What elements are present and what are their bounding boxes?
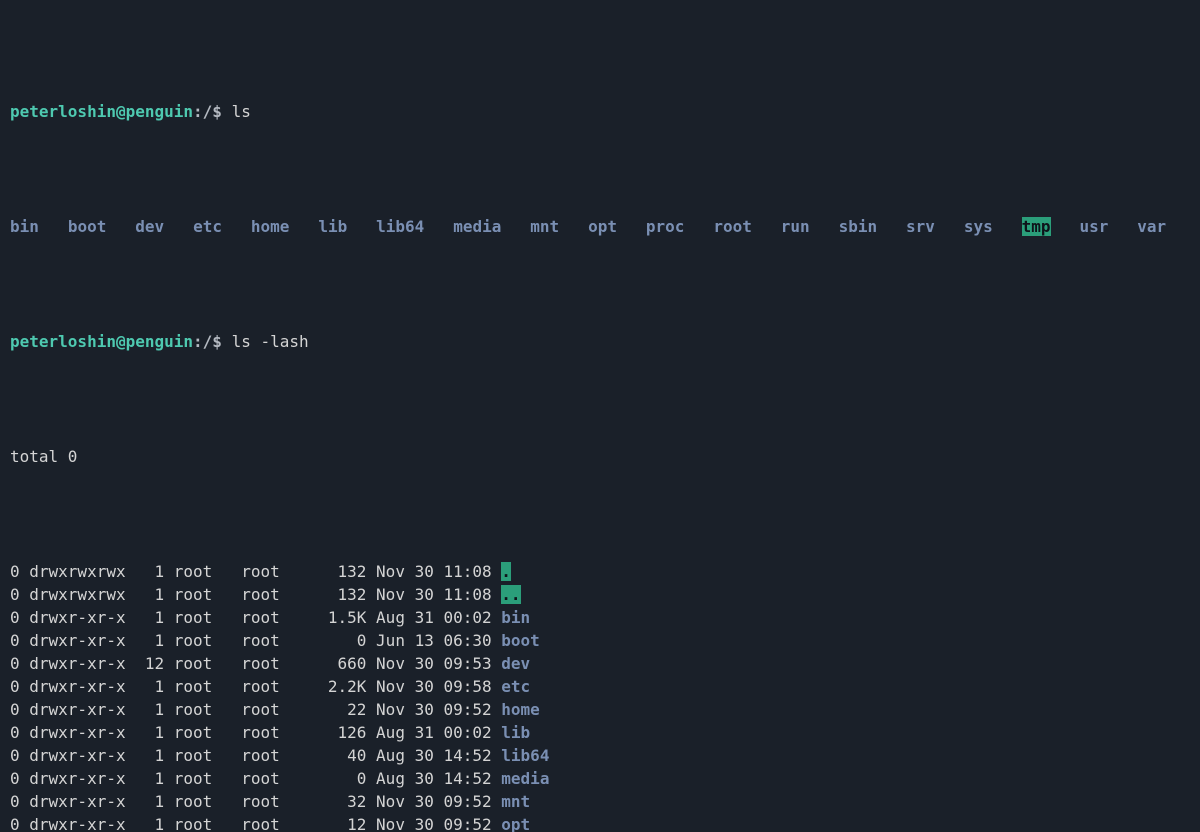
list-row: 0 drwxr-xr-x 1 root root 12 Nov 30 09:52… bbox=[10, 813, 1190, 832]
dir-entry-etc: etc bbox=[193, 217, 222, 236]
prompt-path: :/$ bbox=[193, 102, 232, 121]
dir-entry-boot: boot bbox=[68, 217, 107, 236]
list-row: 0 drwxr-xr-x 1 root root 1.5K Aug 31 00:… bbox=[10, 606, 1190, 629]
filename-lib64: lib64 bbox=[501, 746, 549, 765]
filename-bin: bin bbox=[501, 608, 530, 627]
dir-entry-proc: proc bbox=[646, 217, 685, 236]
dir-entry-lib: lib bbox=[318, 217, 347, 236]
dir-entry-lib64: lib64 bbox=[376, 217, 424, 236]
dir-entry-srv: srv bbox=[906, 217, 935, 236]
list-row: 0 drwxr-xr-x 1 root root 126 Aug 31 00:0… bbox=[10, 721, 1190, 744]
dir-entry-var: var bbox=[1137, 217, 1166, 236]
total-line: total 0 bbox=[10, 445, 1190, 468]
list-row: 0 drwxr-xr-x 1 root root 22 Nov 30 09:52… bbox=[10, 698, 1190, 721]
list-row: 0 drwxr-xr-x 1 root root 32 Nov 30 09:52… bbox=[10, 790, 1190, 813]
dir-entry-run: run bbox=[781, 217, 810, 236]
prompt-user: peterloshin@penguin bbox=[10, 102, 193, 121]
filename-boot: boot bbox=[501, 631, 540, 650]
prompt-user: peterloshin@penguin bbox=[10, 332, 193, 351]
filename-mnt: mnt bbox=[501, 792, 530, 811]
list-row: 0 drwxr-xr-x 1 root root 0 Aug 30 14:52 … bbox=[10, 767, 1190, 790]
dir-entry-tmp: tmp bbox=[1022, 217, 1051, 236]
filename-opt: opt bbox=[501, 815, 530, 832]
dir-entry-media: media bbox=[453, 217, 501, 236]
list-row: 0 drwxrwxrwx 1 root root 132 Nov 30 11:0… bbox=[10, 583, 1190, 606]
list-row: 0 drwxr-xr-x 1 root root 40 Aug 30 14:52… bbox=[10, 744, 1190, 767]
filename-..: .. bbox=[501, 585, 520, 604]
filename-etc: etc bbox=[501, 677, 530, 696]
dir-entry-sbin: sbin bbox=[839, 217, 878, 236]
filename-dev: dev bbox=[501, 654, 530, 673]
ls-lash-root-output: 0 drwxrwxrwx 1 root root 132 Nov 30 11:0… bbox=[10, 560, 1190, 832]
dir-entry-home: home bbox=[251, 217, 290, 236]
dir-entry-root: root bbox=[713, 217, 752, 236]
dir-entry-sys: sys bbox=[964, 217, 993, 236]
filename-home: home bbox=[501, 700, 540, 719]
filename-.: . bbox=[501, 562, 511, 581]
command-input[interactable]: ls -lash bbox=[232, 332, 309, 351]
list-row: 0 drwxr-xr-x 1 root root 0 Jun 13 06:30 … bbox=[10, 629, 1190, 652]
command-input[interactable]: ls bbox=[232, 102, 251, 121]
list-row: 0 drwxr-xr-x 1 root root 2.2K Nov 30 09:… bbox=[10, 675, 1190, 698]
prompt-line: peterloshin@penguin:/$ ls bbox=[10, 100, 1190, 123]
dir-entry-bin: bin bbox=[10, 217, 39, 236]
terminal-window[interactable]: peterloshin@penguin:/$ ls bin boot dev e… bbox=[0, 0, 1200, 832]
filename-lib: lib bbox=[501, 723, 530, 742]
prompt-path: :/$ bbox=[193, 332, 232, 351]
ls-output: bin boot dev etc home lib lib64 media mn… bbox=[10, 215, 1190, 238]
dir-entry-mnt: mnt bbox=[530, 217, 559, 236]
filename-media: media bbox=[501, 769, 549, 788]
list-row: 0 drwxr-xr-x 12 root root 660 Nov 30 09:… bbox=[10, 652, 1190, 675]
dir-entry-dev: dev bbox=[135, 217, 164, 236]
prompt-line: peterloshin@penguin:/$ ls -lash bbox=[10, 330, 1190, 353]
dir-entry-opt: opt bbox=[588, 217, 617, 236]
dir-entry-usr: usr bbox=[1079, 217, 1108, 236]
list-row: 0 drwxrwxrwx 1 root root 132 Nov 30 11:0… bbox=[10, 560, 1190, 583]
